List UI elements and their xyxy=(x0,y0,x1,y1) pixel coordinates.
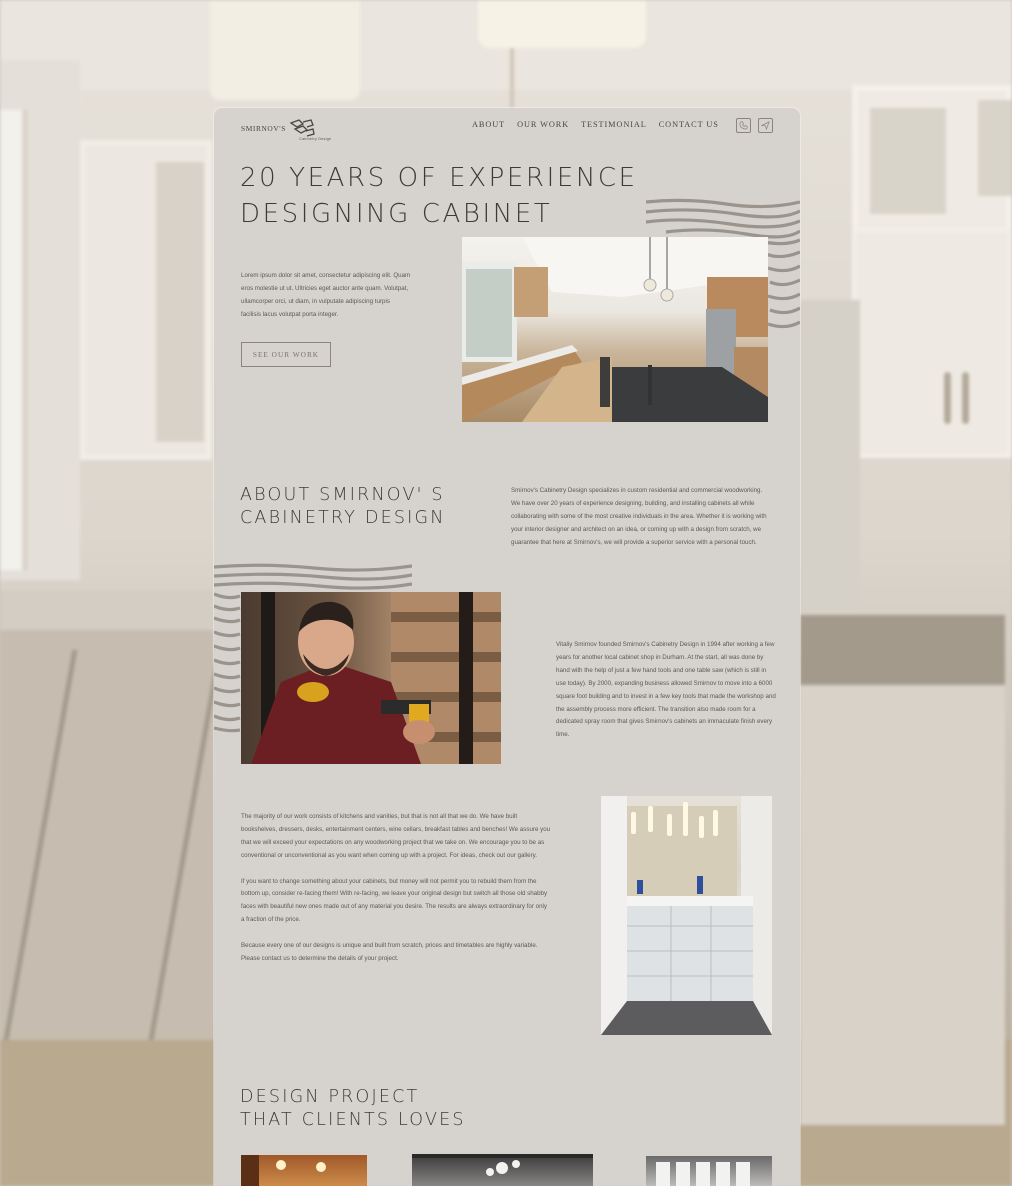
projects-title-line1: DESIGN PROJECT xyxy=(240,1087,420,1107)
work-paragraph: Because every one of our designs is uniq… xyxy=(241,942,538,962)
work-paragraph: The majority of our work consists of kit… xyxy=(241,813,551,859)
about-description: Smirnov's Cabinetry Design specializes i… xyxy=(511,487,767,546)
phone-icon[interactable] xyxy=(736,118,751,133)
about-title-line1: ABOUT SMIRNOV' S xyxy=(240,485,445,505)
nav-contact-us[interactable]: CONTACT US xyxy=(659,120,719,129)
website-page-card: SMIRNOV'S Cabinetry Design ABOUT OUR WOR… xyxy=(214,108,800,1186)
nav-our-work[interactable]: OUR WORK xyxy=(517,120,569,129)
hero-title-line1: 20 YEARS OF EXPERIENCE xyxy=(240,163,638,193)
work-paragraph: If you want to change something about yo… xyxy=(241,877,548,924)
craftsman-photo xyxy=(241,592,501,764)
header-actions xyxy=(736,118,773,133)
about-title-line2: CABINETRY DESIGN xyxy=(240,508,446,528)
hero-kitchen-photo xyxy=(462,237,768,422)
project-thumbnail[interactable] xyxy=(646,1156,772,1186)
logo-mark-icon xyxy=(289,119,315,137)
project-thumbnail[interactable] xyxy=(412,1154,593,1186)
nav-about[interactable]: ABOUT xyxy=(472,120,505,129)
hero-description: Lorem ipsum dolor sit amet, consectetur … xyxy=(241,272,411,318)
project-thumbnail[interactable] xyxy=(241,1155,367,1186)
projects-title: DESIGN PROJECT THAT CLIENTS LOVES xyxy=(240,1086,466,1132)
site-logo[interactable]: SMIRNOV'S Cabinetry Design xyxy=(241,118,332,141)
logo-subtitle: Cabinetry Design xyxy=(299,137,332,141)
about-title: ABOUT SMIRNOV' S CABINETRY DESIGN xyxy=(240,484,446,530)
work-description: The majority of our work consists of kit… xyxy=(241,811,551,979)
hero-title: 20 YEARS OF EXPERIENCE DESIGNING CABINET xyxy=(240,160,638,232)
send-icon[interactable] xyxy=(758,118,773,133)
nav-testimonial[interactable]: TESTIMONIAL xyxy=(581,120,647,129)
main-nav: ABOUT OUR WORK TESTIMONIAL CONTACT US xyxy=(472,120,719,129)
founder-story: Vitaliy Smirnov founded Smirnov's Cabine… xyxy=(556,641,776,739)
hero-title-line2: DESIGNING CABINET xyxy=(240,199,553,229)
projects-title-line2: THAT CLIENTS LOVES xyxy=(240,1110,466,1130)
see-our-work-button[interactable]: SEE OUR WORK xyxy=(241,342,331,367)
vanity-photo xyxy=(601,796,772,1035)
logo-wordmark: SMIRNOV'S xyxy=(241,123,286,133)
